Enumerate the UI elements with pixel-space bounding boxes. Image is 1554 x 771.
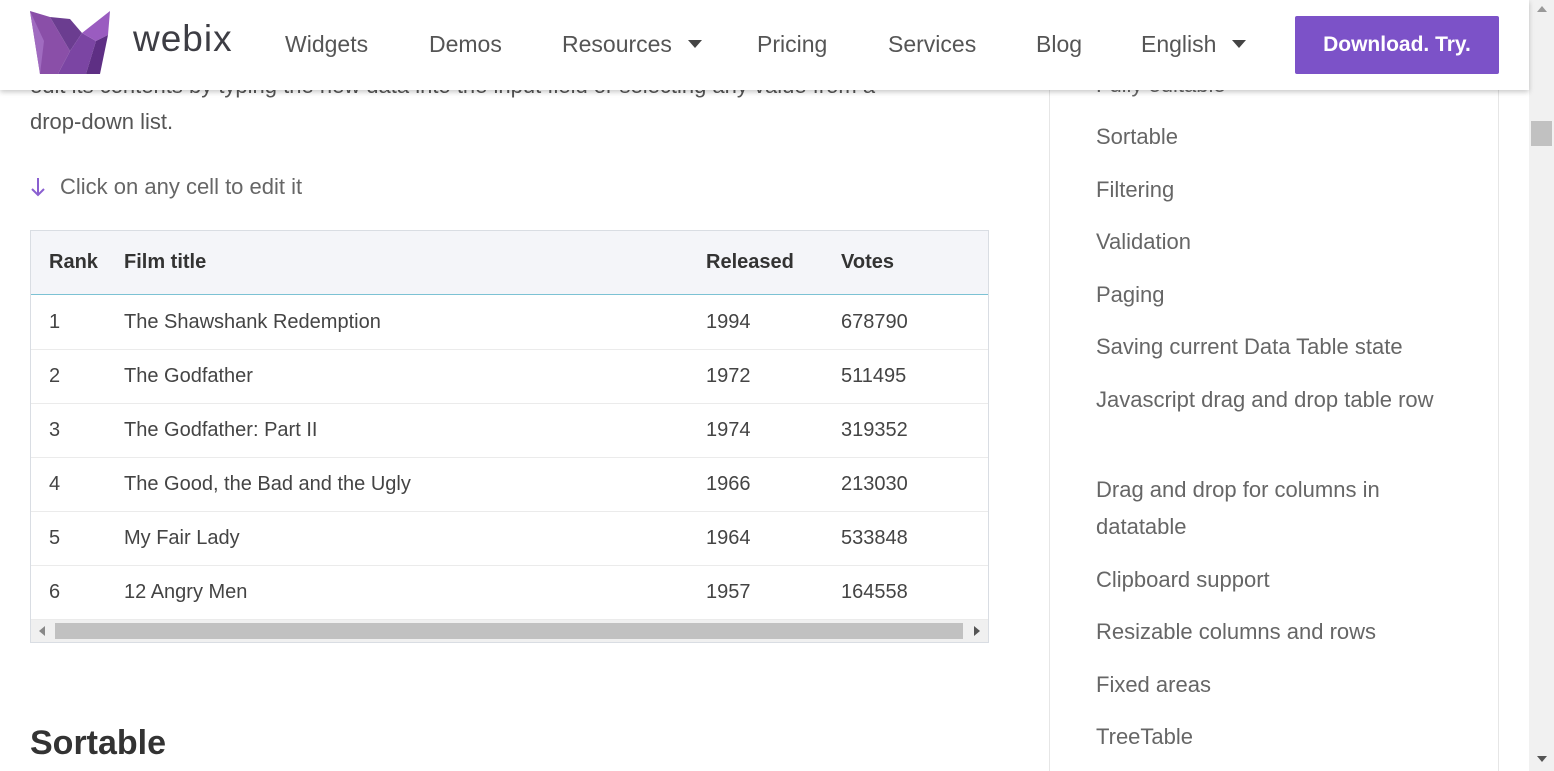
cell-rank[interactable]: 3	[49, 419, 60, 442]
sidebar-item-fixed-areas[interactable]: Fixed areas	[1096, 666, 1456, 703]
nav-demos[interactable]: Demos	[429, 31, 502, 58]
intro-line: drop-down list.	[30, 109, 174, 134]
table-horizontal-scrollbar[interactable]	[31, 620, 988, 642]
nav-label: Pricing	[757, 31, 828, 57]
cell-title[interactable]: 12 Angry Men	[124, 581, 247, 604]
sidebar-item-saving-state[interactable]: Saving current Data Table state	[1096, 328, 1456, 365]
cell-votes[interactable]: 678790	[841, 311, 908, 334]
sidebar-item-paging[interactable]: Paging	[1096, 276, 1456, 313]
scroll-left-icon[interactable]	[39, 626, 45, 636]
cell-released[interactable]: 1974	[706, 419, 751, 442]
table-row[interactable]: 6 12 Angry Men 1957 164558	[31, 566, 988, 620]
cell-released[interactable]: 1972	[706, 365, 751, 388]
sidebar-item-clipboard[interactable]: Clipboard support	[1096, 561, 1456, 598]
nav-services[interactable]: Services	[888, 31, 976, 58]
table-header: Rank Film title Released Votes	[31, 231, 988, 295]
nav-blog[interactable]: Blog	[1036, 31, 1082, 58]
column-header-released[interactable]: Released	[706, 251, 794, 274]
sidebar-nav: Fully editable Sortable Filtering Valida…	[1049, 0, 1499, 771]
table-row[interactable]: 5 My Fair Lady 1964 533848	[31, 512, 988, 566]
nav-label: English	[1141, 31, 1217, 57]
brand-name[interactable]: webix	[133, 18, 233, 60]
cell-title[interactable]: My Fair Lady	[124, 527, 240, 550]
sidebar-item-validation[interactable]: Validation	[1096, 223, 1456, 260]
sidebar-item-treetable[interactable]: TreeTable	[1096, 718, 1456, 755]
cell-rank[interactable]: 4	[49, 473, 60, 496]
cell-votes[interactable]: 511495	[841, 365, 906, 388]
scrollbar-thumb[interactable]	[55, 623, 963, 639]
cell-votes[interactable]: 319352	[841, 419, 908, 442]
download-try-button[interactable]: Download. Try.	[1295, 16, 1499, 74]
arrow-down-icon	[31, 178, 45, 197]
cell-rank[interactable]: 6	[49, 581, 60, 604]
nav-label: Services	[888, 31, 977, 57]
cell-released[interactable]: 1994	[706, 311, 751, 334]
film-datatable[interactable]: Rank Film title Released Votes 1 The Sha…	[30, 230, 989, 643]
cell-rank[interactable]: 1	[49, 311, 60, 334]
chevron-down-icon	[1232, 39, 1247, 48]
sidebar-item-drag-drop-row[interactable]: Javascript drag and drop table row	[1096, 381, 1456, 418]
table-row[interactable]: 3 The Godfather: Part II 1974 319352	[31, 404, 988, 458]
cell-rank[interactable]: 2	[49, 365, 60, 388]
table-row[interactable]: 4 The Good, the Bad and the Ugly 1966 21…	[31, 458, 988, 512]
cell-rank[interactable]: 5	[49, 527, 60, 550]
cell-released[interactable]: 1957	[706, 581, 751, 604]
sidebar-item-resizable[interactable]: Resizable columns and rows	[1096, 613, 1456, 650]
cell-votes[interactable]: 213030	[841, 473, 908, 496]
cell-votes[interactable]: 164558	[841, 581, 908, 604]
nav-resources[interactable]: Resources	[562, 31, 702, 58]
column-header-votes[interactable]: Votes	[841, 251, 894, 274]
scroll-right-icon[interactable]	[974, 626, 980, 636]
cell-released[interactable]: 1964	[706, 527, 751, 550]
sidebar-item-drag-drop-columns[interactable]: Drag and drop for columns in datatable	[1096, 471, 1456, 545]
cell-title[interactable]: The Godfather: Part II	[124, 419, 317, 442]
cell-title[interactable]: The Good, the Bad and the Ugly	[124, 473, 411, 496]
cell-released[interactable]: 1966	[706, 473, 751, 496]
column-header-title[interactable]: Film title	[124, 251, 206, 274]
scroll-down-icon[interactable]	[1537, 756, 1547, 762]
table-row[interactable]: 2 The Godfather 1972 511495	[31, 350, 988, 404]
sidebar-item-sortable[interactable]: Sortable	[1096, 118, 1456, 155]
site-header: webix Widgets Demos Resources Pricing Se…	[0, 0, 1529, 90]
nav-label: Widgets	[285, 31, 369, 57]
cell-votes[interactable]: 533848	[841, 527, 908, 550]
edit-hint: Click on any cell to edit it	[30, 174, 302, 200]
nav-widgets[interactable]: Widgets	[285, 31, 368, 58]
nav-label: Demos	[429, 31, 502, 57]
chevron-down-icon	[687, 39, 702, 48]
column-header-rank[interactable]: Rank	[49, 251, 98, 274]
scroll-up-icon[interactable]	[1537, 6, 1547, 12]
nav-label: Blog	[1036, 31, 1083, 57]
page-vertical-scrollbar[interactable]	[1529, 0, 1554, 771]
scrollbar-thumb[interactable]	[1531, 121, 1552, 146]
webix-logo-icon[interactable]	[30, 11, 110, 74]
cell-title[interactable]: The Godfather	[124, 365, 253, 388]
sidebar-item-filtering[interactable]: Filtering	[1096, 171, 1456, 208]
nav-language[interactable]: English	[1141, 31, 1247, 58]
table-row[interactable]: 1 The Shawshank Redemption 1994 678790	[31, 296, 988, 350]
nav-label: Resources	[562, 31, 672, 57]
section-heading-sortable: Sortable	[30, 724, 167, 762]
nav-pricing[interactable]: Pricing	[757, 31, 827, 58]
cell-title[interactable]: The Shawshank Redemption	[124, 311, 381, 334]
edit-hint-text: Click on any cell to edit it	[60, 174, 303, 199]
